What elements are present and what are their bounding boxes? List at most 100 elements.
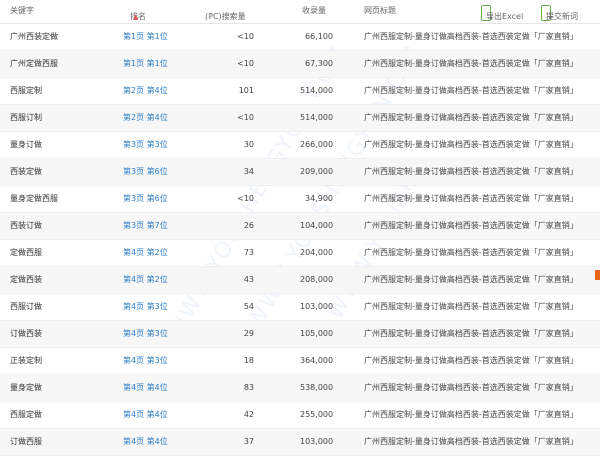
keyword-cell: 西装定做 [10, 167, 42, 176]
rank-link[interactable]: 第4页 第4位 [123, 437, 168, 447]
keyword-cell: 西服订做 [10, 302, 42, 311]
rank-link[interactable]: 第1页 第1位 [123, 32, 168, 42]
table-row: 订做西装 第4页 第3位 29 105,000 广州西服定制-量身订做高档西装-首选西装… [0, 321, 600, 348]
table-row: 量身定做 第4页 第4位 83 538,000 广州西服定制-量身订做高档西装-首选西装… [0, 375, 600, 402]
indexed-count-cell: 209,000 [300, 167, 334, 176]
page-title-cell: 广州西服定制-量身订做高档西装-首选西装定做「厂家直销」 [364, 167, 578, 176]
page-title-cell: 广州西服定制-量身订做高档西装-首选西装定做「厂家直销」 [364, 329, 578, 338]
table-row: 正装定制 第4页 第3位 18 364,000 广州西服定制-量身订做高档西装-首选西装… [0, 348, 600, 375]
indexed-column-header: 收录量 [302, 6, 326, 15]
indexed-count-cell: 514,000 [300, 113, 334, 122]
rank-link[interactable]: 第3页 第6位 [123, 194, 168, 204]
rank-link[interactable]: 第4页 第4位 [123, 383, 168, 393]
pc-search-cell: 26 [243, 221, 254, 230]
pc-search-cell: <10 [237, 194, 254, 203]
keyword-column-header: 关键字 [10, 6, 34, 15]
table-row: 广州定做西服 第1页 第1位 <10 67,300 广州西服定制-量身订做高档西装-首选… [0, 51, 600, 78]
page-title-cell: 广州西服定制-量身订做高档西装-首选西装定做「厂家直销」 [364, 194, 578, 203]
sort-toggle-icon[interactable]: ⇕ [207, 12, 213, 22]
indexed-count-cell: 364,000 [300, 356, 334, 365]
table-row: 广州西装定做 第1页 第1位 <10 66,100 广州西服定制-量身订做高档西装-首选… [0, 24, 600, 51]
rank-link[interactable]: 第4页 第3位 [123, 329, 168, 339]
keyword-cell: 订做西服 [10, 437, 42, 446]
table-row: 定做西装 第4页 第2位 43 208,000 广州西服定制-量身订做高档西装-首选西装… [0, 267, 600, 294]
indexed-count-cell: 514,000 [300, 86, 334, 95]
rank-link[interactable]: 第4页 第3位 [123, 356, 168, 366]
pc-search-cell: 42 [243, 410, 254, 419]
keyword-cell: 正装定制 [10, 356, 42, 365]
keyword-cell: 广州西装定做 [10, 32, 58, 41]
indexed-count-cell: 66,100 [305, 32, 333, 41]
page-title-cell: 广州西服定制-量身订做高档西装-首选西装定做「厂家直销」 [364, 140, 578, 149]
indexed-count-cell: 103,000 [300, 437, 334, 446]
rank-link[interactable]: 第1页 第1位 [123, 59, 168, 69]
indexed-count-cell: 204,000 [300, 248, 334, 257]
keyword-cell: 西服定制 [10, 86, 42, 95]
page-title-cell: 广州西服定制-量身订做高档西装-首选西装定做「厂家直销」 [364, 410, 578, 419]
page-title-cell: 广州西服定制-量身订做高档西装-首选西装定做「厂家直销」 [364, 221, 578, 230]
keyword-cell: 量身订做 [10, 140, 42, 149]
pc-search-cell: 43 [243, 275, 254, 284]
page-title-cell: 广州西服定制-量身订做高档西装-首选西装定做「厂家直销」 [364, 32, 578, 41]
table-row: 西服订做 第4页 第3位 54 103,000 广州西服定制-量身订做高档西装-首选西装… [0, 294, 600, 321]
keyword-cell: 定做西服 [10, 248, 42, 257]
pc-search-cell: 37 [243, 437, 254, 446]
pc-search-cell: 83 [243, 383, 254, 392]
pc-search-cell: 34 [243, 167, 254, 176]
rank-link[interactable]: 第4页 第2位 [123, 248, 168, 258]
pc-search-cell: <10 [237, 113, 254, 122]
page-title-cell: 广州西服定制-量身订做高档西装-首选西装定做「厂家直销」 [364, 437, 578, 446]
plus-icon: + [547, 12, 554, 21]
export-excel-button[interactable]: 导出Excel ⤓ [481, 5, 523, 21]
rank-link[interactable]: 第3页 第6位 [123, 167, 168, 177]
indexed-count-cell: 34,900 [305, 194, 333, 203]
rank-link[interactable]: 第2页 第4位 [123, 113, 168, 123]
rank-link[interactable]: 第3页 第3位 [123, 140, 168, 150]
sort-ascending-icon[interactable]: ▲ [133, 12, 138, 22]
table-row: 西服定制 第2页 第4位 101 514,000 广州西服定制-量身订做高档西装-首选西… [0, 78, 600, 105]
page-title-cell: 广州西服定制-量身订做高档西装-首选西装定做「厂家直销」 [364, 356, 578, 365]
rank-link[interactable]: 第4页 第4位 [123, 410, 168, 420]
page-title-cell: 广州西服定制-量身订做高档西装-首选西装定做「厂家直销」 [364, 248, 578, 257]
page-title-cell: 广州西服定制-量身订做高档西装-首选西装定做「厂家直销」 [364, 113, 578, 122]
keyword-cell: 量身定做 [10, 383, 42, 392]
rank-link[interactable]: 第4页 第2位 [123, 275, 168, 285]
page-title-cell: 广州西服定制-量身订做高档西装-首选西装定做「厂家直销」 [364, 383, 578, 392]
keyword-cell: 订做西装 [10, 329, 42, 338]
indexed-count-cell: 103,000 [300, 302, 334, 311]
pc-search-cell: 73 [243, 248, 254, 257]
table-row: 西装定做 第3页 第6位 34 209,000 广州西服定制-量身订做高档西装-首选西装… [0, 159, 600, 186]
table-header: 关键字 排名 ▲ (PC)搜索量 ⇕ 收录量 网页标题 导出Excel ⤓ 提交新词 + [0, 0, 600, 24]
download-icon: ⤓ [489, 12, 493, 21]
table-row: 量身订做 第3页 第3位 30 266,000 广州西服定制-量身订做高档西装-首选西装… [0, 132, 600, 159]
keyword-table-body: 广州西装定做 第1页 第1位 <10 66,100 广州西服定制-量身订做高档西装-首选… [0, 24, 600, 456]
page-title-cell: 广州西服定制-量身订做高档西装-首选西装定做「厂家直销」 [364, 59, 578, 68]
rank-link[interactable]: 第2页 第4位 [123, 86, 168, 96]
table-row: 订做西服 第4页 第4位 37 103,000 广州西服定制-量身订做高档西装-首选西装… [0, 429, 600, 456]
side-feedback-tab[interactable] [595, 270, 600, 280]
table-row: 西服定做 第4页 第4位 42 255,000 广州西服定制-量身订做高档西装-首选西装… [0, 402, 600, 429]
indexed-count-cell: 104,000 [300, 221, 334, 230]
page-title-column-header: 网页标题 [364, 6, 396, 15]
indexed-count-cell: 208,000 [300, 275, 334, 284]
rank-link[interactable]: 第4页 第3位 [123, 302, 168, 312]
indexed-count-cell: 67,300 [305, 59, 333, 68]
rank-link[interactable]: 第3页 第7位 [123, 221, 168, 231]
pc-search-cell: 29 [243, 329, 254, 338]
page-title-cell: 广州西服定制-量身订做高档西装-首选西装定做「厂家直销」 [364, 86, 578, 95]
pc-search-cell: 18 [243, 356, 254, 365]
pc-search-cell: 30 [243, 140, 254, 149]
keyword-cell: 量身定做西服 [10, 194, 58, 203]
table-row: 定做西服 第4页 第2位 73 204,000 广州西服定制-量身订做高档西装-首选西装… [0, 240, 600, 267]
pc-search-cell: <10 [237, 59, 254, 68]
page-title-cell: 广州西服定制-量身订做高档西装-首选西装定做「厂家直销」 [364, 302, 578, 311]
submit-new-keyword-button[interactable]: 提交新词 + [541, 5, 578, 21]
table-row: 西装订做 第3页 第7位 26 104,000 广州西服定制-量身订做高档西装-首选西装… [0, 213, 600, 240]
table-row: 量身定做西服 第3页 第6位 <10 34,900 广州西服定制-量身订做高档西装-首选… [0, 186, 600, 213]
keyword-cell: 定做西装 [10, 275, 42, 284]
indexed-count-cell: 538,000 [300, 383, 334, 392]
keyword-cell: 西装订做 [10, 221, 42, 230]
page-title-cell: 广州西服定制-量身订做高档西装-首选西装定做「厂家直销」 [364, 275, 578, 284]
indexed-count-cell: 266,000 [300, 140, 334, 149]
table-row: 西服订制 第2页 第4位 <10 514,000 广州西服定制-量身订做高档西装-首选西… [0, 105, 600, 132]
